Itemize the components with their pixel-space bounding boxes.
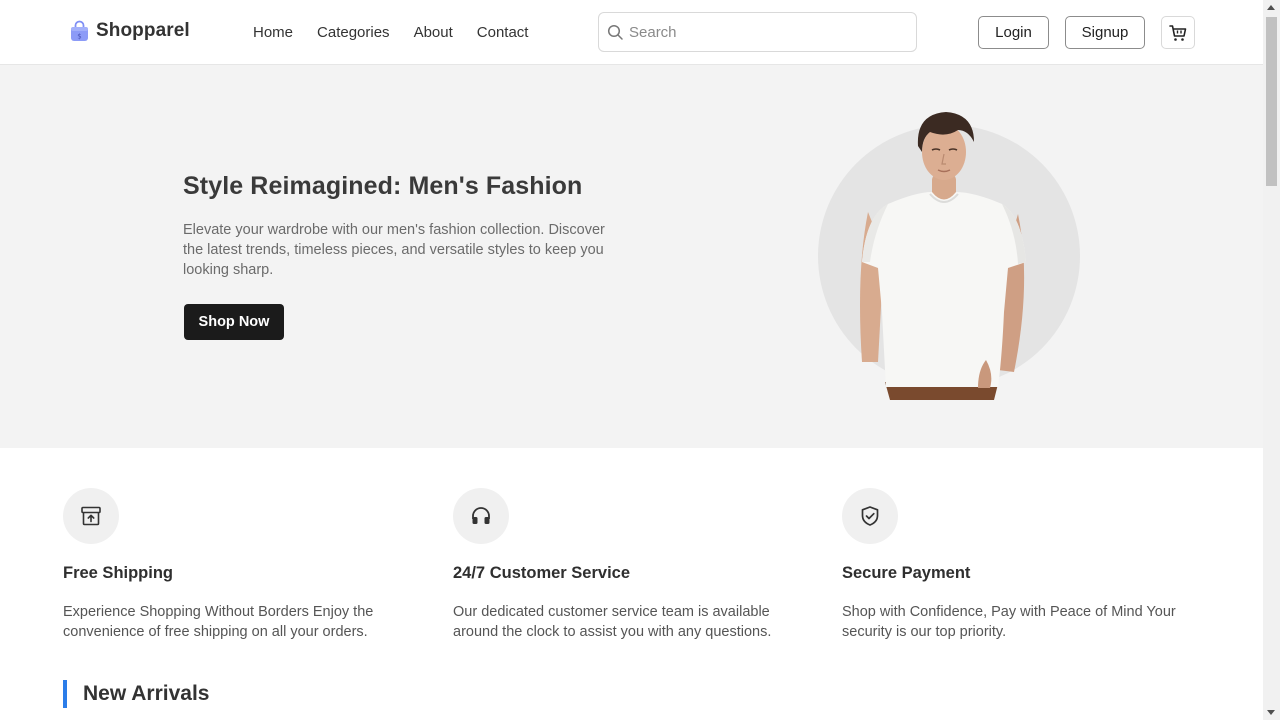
hero-description: Elevate your wardrobe with our men's fas… bbox=[183, 222, 605, 278]
nav-home[interactable]: Home bbox=[253, 24, 293, 41]
search-input[interactable] bbox=[599, 13, 916, 51]
feature-free-shipping: Free Shipping Experience Shopping Withou… bbox=[63, 488, 423, 642]
main-nav: Home Categories About Contact bbox=[253, 24, 528, 41]
shopping-bag-icon: $ bbox=[71, 20, 88, 41]
feature-icon-badge bbox=[453, 488, 509, 544]
nav-about[interactable]: About bbox=[414, 24, 453, 41]
cart-button[interactable] bbox=[1161, 16, 1195, 49]
feature-description: Experience Shopping Without Borders Enjo… bbox=[63, 604, 374, 640]
hero-title: Style Reimagined: Men's Fashion bbox=[183, 172, 583, 200]
brand-name: Shopparel bbox=[96, 20, 190, 41]
nav-contact[interactable]: Contact bbox=[477, 24, 529, 41]
hero-section: Style Reimagined: Men's Fashion Elevate … bbox=[0, 65, 1263, 448]
feature-title: Free Shipping bbox=[63, 564, 174, 582]
feature-customer-service: 24/7 Customer Service Our dedicated cust… bbox=[453, 488, 813, 642]
hero-image bbox=[818, 112, 1080, 400]
model-in-white-tshirt-illustration bbox=[860, 112, 1026, 400]
site-header: $ Shopparel Home Categories About Contac… bbox=[0, 0, 1263, 65]
nav-categories[interactable]: Categories bbox=[317, 24, 390, 41]
feature-secure-payment: Secure Payment Shop with Confidence, Pay… bbox=[842, 488, 1202, 642]
login-button[interactable]: Login bbox=[978, 16, 1049, 49]
svg-text:$: $ bbox=[77, 33, 81, 41]
search-bar bbox=[598, 12, 917, 52]
new-arrivals-heading: New Arrivals bbox=[83, 682, 210, 705]
scroll-up-arrow-icon[interactable] bbox=[1267, 5, 1275, 10]
archive-box-icon bbox=[81, 506, 101, 526]
feature-icon-badge bbox=[63, 488, 119, 544]
feature-description: Our dedicated customer service team is a… bbox=[453, 604, 772, 640]
search-icon bbox=[607, 24, 623, 40]
feature-description: Shop with Confidence, Pay with Peace of … bbox=[842, 604, 1176, 640]
scroll-down-arrow-icon[interactable] bbox=[1267, 710, 1275, 715]
shop-now-button[interactable]: Shop Now bbox=[184, 304, 284, 340]
page-scrollbar[interactable] bbox=[1263, 0, 1280, 720]
headphones-icon bbox=[472, 507, 490, 524]
scrollbar-thumb[interactable] bbox=[1266, 17, 1277, 186]
feature-title: Secure Payment bbox=[842, 564, 971, 582]
shield-check-icon bbox=[861, 506, 879, 526]
feature-icon-badge bbox=[842, 488, 898, 544]
signup-button[interactable]: Signup bbox=[1065, 16, 1145, 49]
shopping-cart-icon bbox=[1169, 24, 1187, 41]
section-accent-bar bbox=[63, 680, 67, 708]
feature-title: 24/7 Customer Service bbox=[453, 564, 631, 582]
brand-logo[interactable]: $ Shopparel bbox=[69, 20, 190, 42]
